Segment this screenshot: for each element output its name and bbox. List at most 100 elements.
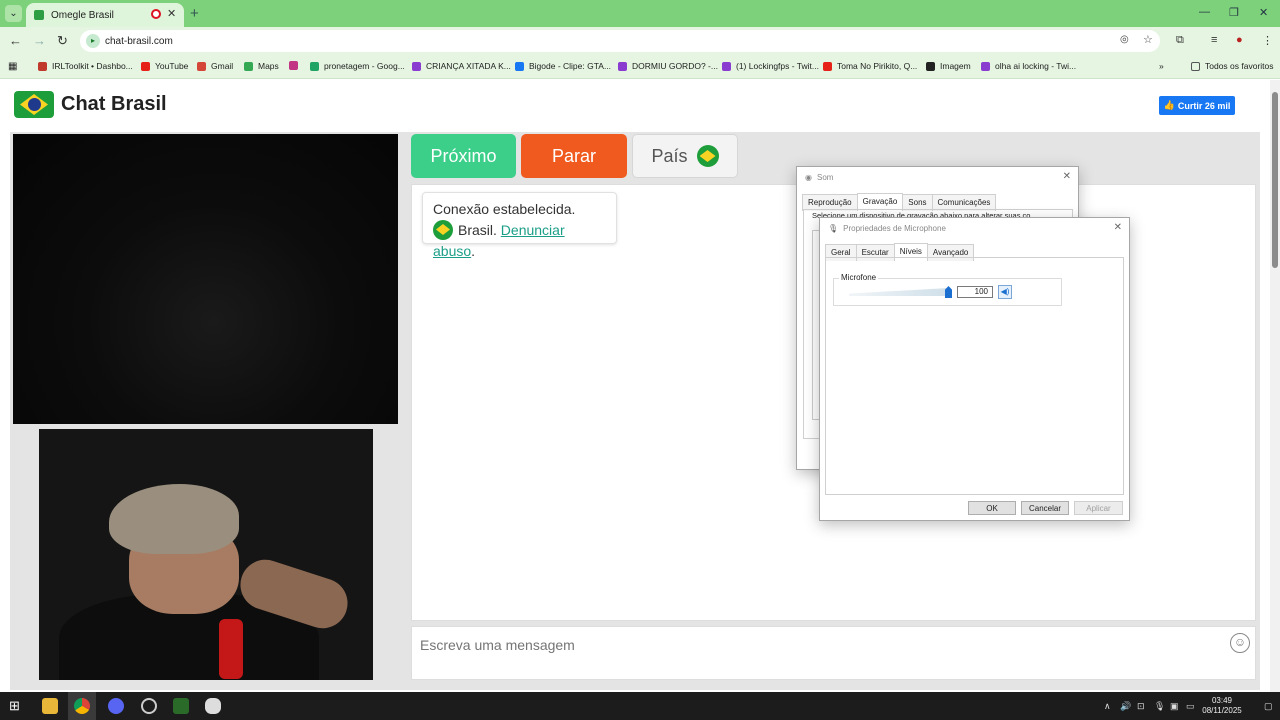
browser-tab[interactable]: Omegle Brasil ✕	[26, 3, 184, 27]
self-video	[39, 429, 373, 680]
url-text: chat-brasil.com	[105, 35, 173, 47]
system-message: Conexão estabelecida. Brasil. Denunciar …	[422, 192, 617, 259]
recording-icon	[151, 9, 161, 19]
bookmark-item[interactable]: Gmail	[197, 61, 233, 71]
camera-tray-icon[interactable]: ▣	[1170, 701, 1179, 712]
more-bookmarks-icon[interactable]: »	[1159, 61, 1164, 71]
clock[interactable]: 03:49 08/11/2025	[1200, 696, 1244, 716]
level-slider-track[interactable]	[849, 288, 949, 296]
country-button[interactable]: País	[632, 134, 738, 178]
country-label: País	[651, 145, 688, 166]
menu-icon[interactable]: ⋮	[1262, 34, 1273, 47]
tab-title: Omegle Brasil	[51, 9, 114, 21]
mute-speaker-icon[interactable]: ◀)	[998, 285, 1012, 299]
bookmark-item[interactable]	[289, 61, 303, 70]
discord-icon[interactable]	[108, 698, 124, 714]
camera-site-icon[interactable]: ▸	[86, 34, 100, 48]
stranger-video	[13, 134, 398, 424]
windows-start-icon[interactable]: ⊞	[9, 698, 25, 714]
tab-close-button[interactable]: ✕	[167, 7, 176, 20]
page-scrollbar[interactable]	[1270, 80, 1280, 692]
facebook-like-button[interactable]: 👍 Curtir 26 mil	[1159, 96, 1235, 115]
forward-icon[interactable]: →	[33, 33, 46, 48]
brazil-flag-icon	[433, 220, 453, 240]
bookmark-favicon-icon	[981, 61, 990, 71]
next-button[interactable]: Próximo	[411, 134, 516, 178]
stop-button[interactable]: Parar	[521, 134, 627, 178]
mic-dialog-titlebar: 🎙 Propriedades de Microphone	[820, 218, 1129, 238]
new-tab-button[interactable]: +	[190, 5, 199, 22]
nvidia-icon[interactable]	[173, 698, 189, 714]
bookmark-item[interactable]: CRIANÇA XITADA K...	[412, 61, 511, 71]
chrome-icon	[74, 698, 90, 714]
emoji-icon[interactable]: ☺	[1230, 633, 1250, 653]
bookmark-item[interactable]: Bigode - Clipe: GTA...	[515, 61, 611, 71]
star-icon[interactable]: ☆	[1143, 33, 1153, 46]
ok-button[interactable]: OK	[968, 501, 1016, 515]
bookmark-item[interactable]: YouTube	[141, 61, 188, 71]
bookmark-item[interactable]: IRLToolkit • Dashbo...	[38, 61, 133, 71]
cancel-button[interactable]: Cancelar	[1021, 501, 1069, 515]
eye-off-icon[interactable]: ◎	[1120, 34, 1129, 45]
mic-dialog-title: Propriedades de Microphone	[843, 223, 946, 233]
apply-button[interactable]: Aplicar	[1074, 501, 1123, 515]
level-slider-thumb[interactable]	[945, 286, 952, 298]
extensions-icon[interactable]: ⧉	[1176, 34, 1184, 47]
tray-chevron-icon[interactable]: ∧	[1104, 701, 1111, 712]
bookmark-item[interactable]: pronetagem - Goog...	[310, 61, 405, 71]
bookmark-item[interactable]: (1) Lockingfps - Twit...	[722, 61, 819, 71]
chrome-taskbar-slot[interactable]	[68, 692, 96, 720]
thumbs-up-icon: 👍	[1163, 100, 1175, 110]
file-explorer-icon[interactable]	[42, 698, 58, 714]
media-icon[interactable]: ≡	[1211, 34, 1217, 46]
level-value-field[interactable]: 100	[957, 286, 993, 298]
bookmark-label: Imagem	[940, 61, 971, 71]
sound-dialog-close-button[interactable]: ✕	[1063, 171, 1071, 182]
bookmark-item[interactable]: Maps	[244, 61, 279, 71]
window-close-button[interactable]: ✕	[1259, 6, 1268, 19]
bookmark-label: CRIANÇA XITADA K...	[426, 61, 511, 71]
profile-icon[interactable]: ●	[1236, 34, 1243, 46]
bookmark-favicon-icon	[197, 61, 206, 71]
levels-panel: Microfone 100 ◀)	[825, 257, 1124, 495]
microphone-properties-dialog: 🎙 Propriedades de Microphone ✕ Geral Escu…	[819, 217, 1130, 521]
mic-dialog-close-button[interactable]: ✕	[1114, 222, 1122, 233]
bookmark-item[interactable]: DORMIU GORDO? -...	[618, 61, 718, 71]
back-icon[interactable]: ←	[9, 33, 22, 48]
site-title: Chat Brasil	[61, 93, 167, 115]
all-favorites[interactable]: Todos os favoritos	[1191, 61, 1274, 71]
bookmark-item[interactable]: Toma No Pirikito, Q...	[823, 61, 917, 71]
bookmark-favicon-icon	[310, 61, 319, 71]
tab-gravacao[interactable]: Gravação	[856, 193, 904, 210]
notifications-icon[interactable]: ▢	[1264, 701, 1273, 712]
scrollbar-thumb[interactable]	[1272, 92, 1278, 268]
address-bar[interactable]: ▸ chat-brasil.com ◎ ☆	[80, 30, 1160, 52]
volume-icon[interactable]: 🔊	[1120, 701, 1131, 712]
bookmark-favicon-icon	[38, 61, 47, 71]
bookmark-favicon-icon	[515, 61, 524, 71]
sound-dialog-title: Som	[816, 172, 834, 182]
toolbar: ← → ↻ ▸ chat-brasil.com ◎ ☆ ⧉ ≡ ● ⋮	[0, 27, 1280, 55]
bookmark-favicon-icon	[823, 61, 832, 71]
obs-icon[interactable]	[141, 698, 157, 714]
report-period: .	[471, 243, 476, 259]
reload-icon[interactable]: ↻	[57, 33, 68, 49]
network-icon[interactable]: ⊡	[1137, 701, 1145, 712]
tab-search-button[interactable]: ⌄	[5, 5, 22, 22]
display-tray-icon[interactable]: ▭	[1186, 701, 1195, 712]
minimize-button[interactable]: —	[1199, 6, 1210, 18]
mic-tray-icon[interactable]: 🎙	[1154, 701, 1165, 712]
apps-icon[interactable]: ▦	[8, 61, 17, 72]
bookmark-item[interactable]: olha ai locking - Twi...	[981, 61, 1076, 71]
bookmark-favicon-icon	[289, 61, 298, 70]
message-input[interactable]	[420, 635, 1200, 655]
bookmark-favicon-icon	[926, 61, 935, 71]
bookmark-label: Toma No Pirikito, Q...	[837, 61, 918, 71]
bookmark-label: pronetagem - Goog...	[324, 61, 405, 71]
brazil-flag-icon	[696, 145, 719, 167]
app-icon[interactable]	[205, 698, 221, 714]
bookmark-item[interactable]: Imagem	[926, 61, 971, 71]
maximize-button[interactable]: ❐	[1229, 6, 1239, 19]
taskbar: ⊞ ∧ 🔊 ⊡ 🎙 ▣ ▭ 03:49 08/11/2025 ▢	[0, 692, 1280, 720]
bookmark-label: IRLToolkit • Dashbo...	[52, 61, 133, 71]
